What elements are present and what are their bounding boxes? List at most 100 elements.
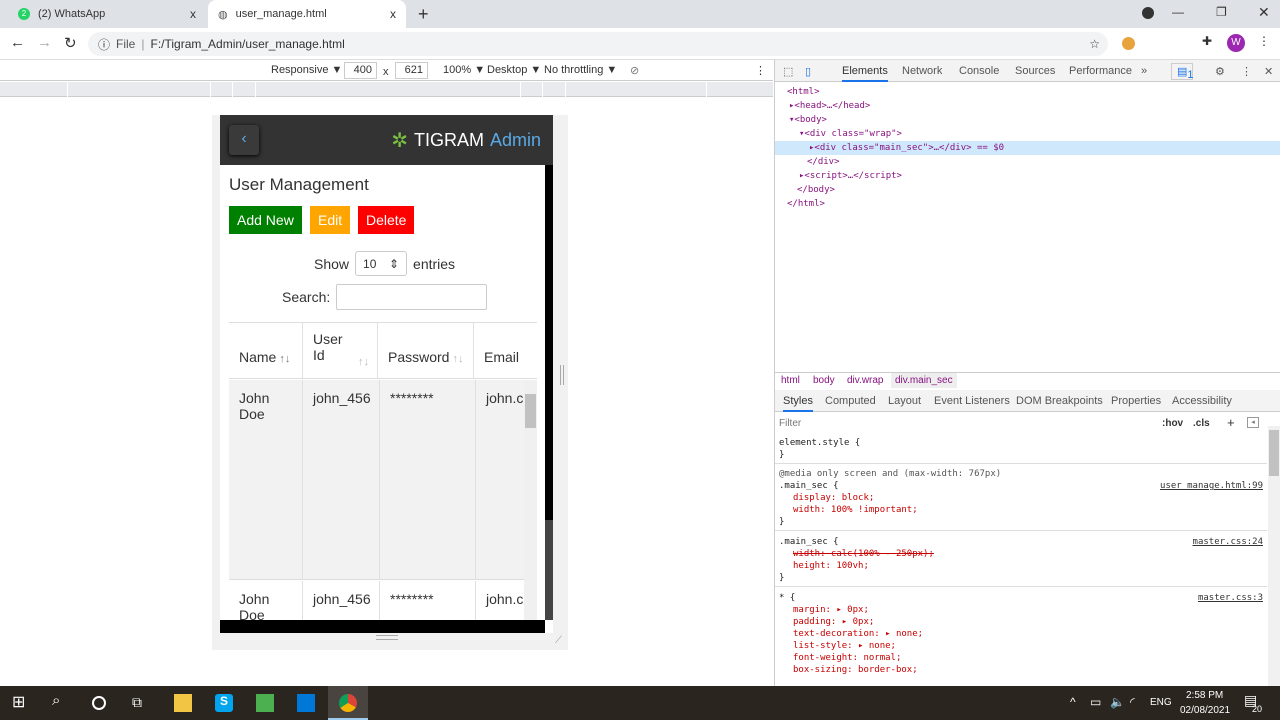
dom-node[interactable]: </div> — [807, 155, 840, 169]
tab-performance[interactable]: Performance — [1069, 65, 1132, 77]
bookmark-star-icon[interactable]: ☆ — [1089, 37, 1100, 51]
dom-node[interactable]: </body> — [797, 183, 835, 197]
tray-chevron-icon[interactable]: ^ — [1070, 695, 1076, 709]
skype-icon[interactable]: S — [215, 694, 233, 712]
tab-dom-breakpoints[interactable]: DOM Breakpoints — [1016, 395, 1103, 407]
column-header-userid[interactable]: User Id ↑↓ — [303, 322, 378, 378]
menu-icon[interactable]: ⋮ — [1258, 34, 1270, 48]
crumb-active[interactable]: div.main_sec — [891, 373, 957, 388]
volume-icon[interactable]: 🔈 — [1110, 695, 1125, 709]
resize-handle-bottom[interactable] — [376, 635, 398, 640]
column-header-password[interactable]: Password ↑↓ — [378, 322, 474, 378]
cortana-icon[interactable] — [92, 696, 106, 710]
vscode-icon[interactable] — [297, 694, 315, 712]
cls-toggle[interactable]: .cls — [1193, 418, 1210, 429]
page-scrollbar-horizontal[interactable] — [220, 620, 545, 633]
entries-select[interactable]: 10 ⇕ — [355, 251, 408, 276]
language-indicator[interactable]: ENG — [1150, 697, 1172, 708]
css-property[interactable]: height: 100vh; — [779, 560, 1263, 572]
dom-node[interactable]: </html> — [787, 197, 825, 211]
column-header-name[interactable]: Name ↑↓ — [229, 322, 303, 378]
more-tabs-button[interactable]: » — [1141, 65, 1147, 77]
table-scrollbar[interactable] — [524, 380, 537, 622]
inspect-icon[interactable]: ⬚ — [783, 65, 793, 78]
delete-button[interactable]: Delete — [358, 206, 415, 234]
crumb[interactable]: body — [813, 375, 835, 386]
wifi-icon[interactable]: ◜ — [1130, 695, 1135, 709]
back-button[interactable]: ‹ — [229, 125, 259, 155]
tab-elements[interactable]: Elements — [842, 65, 888, 82]
source-link[interactable]: master.css:24 — [1193, 536, 1263, 548]
edit-button[interactable]: Edit — [310, 206, 351, 234]
table-row[interactable]: John Doe john_456 ******** john.c — [229, 581, 537, 622]
device-type-dropdown[interactable]: Desktop ▼ — [487, 64, 541, 76]
css-property[interactable]: font-weight: normal; — [779, 652, 1263, 664]
tab-computed[interactable]: Computed — [825, 395, 876, 407]
media-query-bar[interactable] — [0, 82, 773, 97]
forward-icon[interactable]: → — [37, 34, 52, 51]
url-text[interactable]: F:/Tigram_Admin/user_manage.html — [150, 37, 344, 51]
scrollbar-thumb[interactable] — [525, 394, 536, 428]
maximize-icon[interactable]: ❐ — [1216, 5, 1227, 19]
close-window-icon[interactable]: ✕ — [1258, 4, 1270, 21]
column-header-email[interactable]: Email — [474, 322, 537, 378]
css-property-overridden[interactable]: width: calc(100% - 250px); — [779, 548, 1263, 560]
resize-handle-corner[interactable]: ⟋ — [555, 635, 562, 646]
css-property[interactable]: box-sizing: border-box; — [779, 664, 1263, 676]
sort-icon[interactable]: ↑↓ — [452, 353, 463, 365]
search-icon[interactable]: ⌕ — [52, 692, 70, 710]
css-property[interactable]: width: 100% !important; — [779, 504, 1263, 516]
tab-event-listeners[interactable]: Event Listeners — [934, 395, 1010, 407]
styles-scrollbar-thumb[interactable] — [1269, 430, 1279, 476]
table-row[interactable]: John Doe john_456 ******** john.c — [229, 380, 537, 580]
tab-user-manage[interactable]: ◍ user_manage.html x — [208, 0, 406, 28]
more-icon[interactable]: ⋮ — [1241, 65, 1252, 78]
source-link[interactable]: user_manage.html:99 — [1160, 480, 1263, 492]
tab-accessibility[interactable]: Accessibility — [1172, 395, 1232, 407]
dom-node[interactable]: ▸<script>…</script> — [799, 169, 902, 183]
file-explorer-icon[interactable] — [174, 694, 192, 712]
battery-icon[interactable]: ▭ — [1090, 695, 1101, 709]
sort-icon[interactable]: ↑↓ — [358, 356, 369, 368]
dom-node[interactable]: ▾<body> — [789, 113, 827, 127]
chrome-taskbar-button[interactable] — [328, 686, 368, 720]
sort-icon[interactable]: ↑↓ — [279, 353, 290, 365]
app-icon[interactable] — [256, 694, 274, 712]
new-tab-button[interactable]: + — [418, 4, 429, 25]
source-link[interactable]: master.css:3 — [1198, 592, 1263, 604]
clock-date[interactable]: 02/08/2021 — [1180, 705, 1230, 716]
task-view-icon[interactable]: ⧉ — [132, 694, 150, 712]
sidebar-toggle-icon[interactable]: ◂ — [1247, 417, 1259, 428]
resize-handle-right[interactable] — [560, 365, 564, 385]
reload-icon[interactable]: ↻ — [64, 34, 77, 52]
hov-toggle[interactable]: :hov — [1162, 418, 1183, 429]
windows-start-icon[interactable]: ⊞ — [12, 692, 30, 711]
css-property[interactable]: text-decoration: ▸ none; — [779, 628, 1263, 640]
dom-node[interactable]: ▸<head>…</head> — [789, 99, 870, 113]
search-input[interactable] — [336, 284, 488, 310]
tab-console[interactable]: Console — [959, 65, 999, 77]
crumb[interactable]: div.wrap — [847, 375, 884, 386]
tab-styles[interactable]: Styles — [783, 395, 813, 412]
filter-input[interactable]: Filter — [779, 418, 1151, 429]
rotate-icon[interactable]: ⊘ — [630, 64, 639, 77]
clock-time[interactable]: 2:58 PM — [1186, 690, 1223, 701]
styles-scrollbar[interactable] — [1268, 426, 1280, 686]
tab-layout[interactable]: Layout — [888, 395, 921, 407]
css-property[interactable]: display: block; — [779, 492, 1263, 504]
zoom-dropdown[interactable]: 100% ▼ — [443, 64, 485, 76]
css-property[interactable]: list-style: ▸ none; — [779, 640, 1263, 652]
dom-node[interactable]: <html> — [787, 85, 820, 99]
new-rule-icon[interactable]: + — [1227, 415, 1235, 430]
css-property[interactable]: margin: ▸ 0px; — [779, 604, 1263, 616]
tab-network[interactable]: Network — [902, 65, 942, 77]
tab-properties[interactable]: Properties — [1111, 395, 1161, 407]
more-options-icon[interactable]: ⋮ — [755, 64, 766, 77]
back-icon[interactable]: ← — [10, 34, 25, 51]
issues-button[interactable]: ▤ 1 — [1171, 63, 1194, 81]
crumb[interactable]: html — [781, 375, 800, 386]
close-devtools-icon[interactable]: ✕ — [1264, 65, 1273, 78]
extensions-puzzle-icon[interactable]: ✚ — [1202, 34, 1212, 48]
extension-icon[interactable] — [1122, 37, 1135, 50]
omnibox[interactable]: ⓘ File | F:/Tigram_Admin/user_manage.htm… — [88, 32, 1108, 56]
